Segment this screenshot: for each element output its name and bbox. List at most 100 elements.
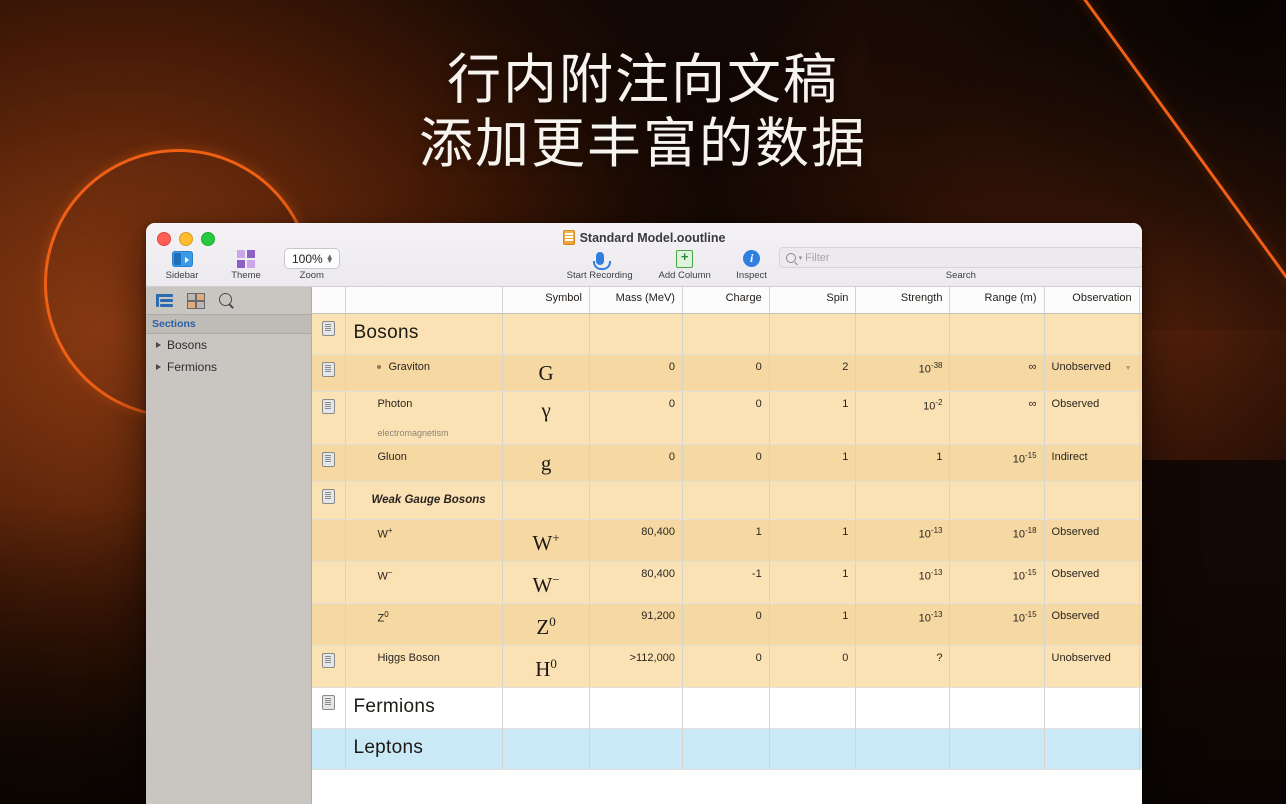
outline-icon[interactable]	[156, 293, 173, 308]
cell-mass[interactable]	[589, 313, 683, 355]
row-note-handle[interactable]	[312, 354, 347, 392]
cell-antiparticle[interactable]	[1139, 603, 1142, 646]
column-header-observation[interactable]: Observation	[1044, 287, 1140, 314]
cell-strength[interactable]	[855, 687, 951, 729]
cell-spin[interactable]	[769, 687, 857, 729]
table-row[interactable]: Leptons	[312, 728, 1142, 770]
cell-spin[interactable]: 1	[769, 561, 857, 604]
cell-topic[interactable]: Gluon	[345, 444, 504, 482]
cell-symbol[interactable]	[502, 313, 590, 355]
cell-strength[interactable]: 10-13	[855, 519, 951, 562]
cell-observation[interactable]: Observed	[1044, 561, 1140, 604]
cell-mass[interactable]: 91,200	[589, 603, 683, 646]
cell-symbol[interactable]: g	[502, 444, 590, 482]
cell-observation[interactable]	[1044, 687, 1140, 729]
cell-range[interactable]: 10-15	[949, 561, 1045, 604]
cell-topic[interactable]: Leptons	[345, 728, 504, 770]
cell-strength[interactable]	[855, 481, 951, 520]
cell-antiparticle[interactable]	[1139, 687, 1142, 729]
cell-symbol[interactable]: G	[502, 354, 590, 392]
column-header-topic[interactable]	[345, 287, 504, 314]
cell-antiparticle[interactable]	[1139, 391, 1142, 445]
cell-spin[interactable]	[769, 313, 857, 355]
cell-topic[interactable]: Weak Gauge Bosons	[345, 481, 504, 520]
cell-charge[interactable]: 0	[682, 391, 770, 445]
cell-topic[interactable]: Fermions	[345, 687, 504, 729]
cell-range[interactable]	[949, 687, 1045, 729]
cell-topic[interactable]: Z0	[345, 603, 504, 646]
table-row[interactable]: W+W+80,4001110-1310-18ObservedW⁺ W	[312, 519, 1142, 562]
cell-range[interactable]: 10-18	[949, 519, 1045, 562]
cell-observation[interactable]	[1044, 313, 1140, 355]
cell-charge[interactable]	[682, 728, 770, 770]
cell-topic[interactable]: Graviton	[345, 354, 504, 392]
cell-antiparticle[interactable]	[1139, 354, 1142, 392]
cell-topic[interactable]: W−	[345, 561, 504, 604]
cell-range[interactable]: ∞	[949, 354, 1045, 392]
row-note-handle[interactable]	[312, 481, 347, 520]
column-header-charge[interactable]: Charge	[682, 287, 770, 314]
cell-symbol[interactable]: Z0	[502, 603, 590, 646]
cell-symbol[interactable]: W−	[502, 561, 590, 604]
table-row[interactable]: Weak Gauge Bosons	[312, 481, 1142, 520]
cell-spin[interactable]: 1	[769, 391, 857, 445]
cell-observation[interactable]	[1044, 481, 1140, 520]
column-header-spin[interactable]: Spin	[769, 287, 857, 314]
cell-topic[interactable]: Bosons	[345, 313, 504, 355]
zoom-stepper[interactable]: 100% ▲ ▼	[284, 248, 340, 269]
checker-grid-icon[interactable]	[187, 293, 205, 309]
cell-range[interactable]: 10-15	[949, 603, 1045, 646]
cell-observation[interactable]: Indirect	[1044, 444, 1140, 482]
cell-strength[interactable]	[855, 313, 951, 355]
cell-spin[interactable]	[769, 728, 857, 770]
cell-antiparticle[interactable]	[1139, 481, 1142, 520]
cell-range[interactable]	[949, 313, 1045, 355]
table-row[interactable]: Fermions	[312, 687, 1142, 729]
cell-spin[interactable]: 2	[769, 354, 857, 392]
cell-symbol[interactable]	[502, 481, 590, 520]
toolbar-add-column-button[interactable]: Add Column	[650, 247, 720, 282]
cell-mass[interactable]: 80,400	[589, 519, 683, 562]
cell-symbol[interactable]	[502, 687, 590, 729]
cell-mass[interactable]: 0	[589, 444, 683, 482]
column-header-antiparticle[interactable]: Antiparticle	[1139, 287, 1142, 314]
cell-range[interactable]	[949, 481, 1045, 520]
sidebar-item-fermions[interactable]: Fermions	[146, 356, 311, 378]
disclosure-triangle-icon[interactable]	[156, 364, 161, 370]
cell-antiparticle[interactable]	[1139, 519, 1142, 562]
magnifier-icon[interactable]	[218, 293, 235, 309]
table-row[interactable]: Bosons	[312, 313, 1142, 355]
cell-spin[interactable]: 0	[769, 645, 857, 688]
cell-strength[interactable]: 1	[855, 444, 951, 482]
cell-observation[interactable]: Observed	[1044, 391, 1140, 445]
cell-range[interactable]	[949, 645, 1045, 688]
cell-spin[interactable]	[769, 481, 857, 520]
column-header-mass[interactable]: Mass (MeV)	[589, 287, 683, 314]
cell-observation[interactable]	[1044, 728, 1140, 770]
cell-mass[interactable]: 80,400	[589, 561, 683, 604]
disclosure-triangle-icon[interactable]	[156, 342, 161, 348]
cell-spin[interactable]: 1	[769, 444, 857, 482]
column-header-range[interactable]: Range (m)	[949, 287, 1045, 314]
row-note-handle[interactable]	[312, 391, 347, 445]
table-row[interactable]: GravitonG00210-38∞▼UnobservedGravitino	[312, 354, 1142, 392]
outline-table-container[interactable]: Symbol Mass (MeV) Charge Spin Strength R…	[312, 287, 1142, 804]
cell-range[interactable]: ∞	[949, 391, 1045, 445]
row-note-handle[interactable]	[312, 645, 347, 688]
cell-range[interactable]: 10-15	[949, 444, 1045, 482]
cell-observation[interactable]: ▼ Unobserved	[1044, 354, 1140, 392]
toolbar-zoom-control[interactable]: 100% ▲ ▼ Zoom	[284, 247, 340, 281]
cell-range[interactable]	[949, 728, 1045, 770]
cell-charge[interactable]: 0	[682, 354, 770, 392]
cell-charge[interactable]	[682, 687, 770, 729]
table-row[interactable]: Photonelectromagnetismγ00110-2∞ObservedP…	[312, 391, 1142, 445]
cell-charge[interactable]: -1	[682, 561, 770, 604]
cell-charge[interactable]	[682, 313, 770, 355]
toolbar-start-recording-button[interactable]: Start Recording	[558, 247, 642, 281]
cell-strength[interactable]: 10-13	[855, 561, 951, 604]
cell-topic[interactable]: Higgs Boson	[345, 645, 504, 688]
cell-observation[interactable]: Unobserved	[1044, 645, 1140, 688]
cell-mass[interactable]	[589, 481, 683, 520]
table-row[interactable]: Higgs BosonH0>112,00000?UnobservedHiggsi…	[312, 645, 1142, 688]
cell-strength[interactable]: 10-2	[855, 391, 951, 445]
